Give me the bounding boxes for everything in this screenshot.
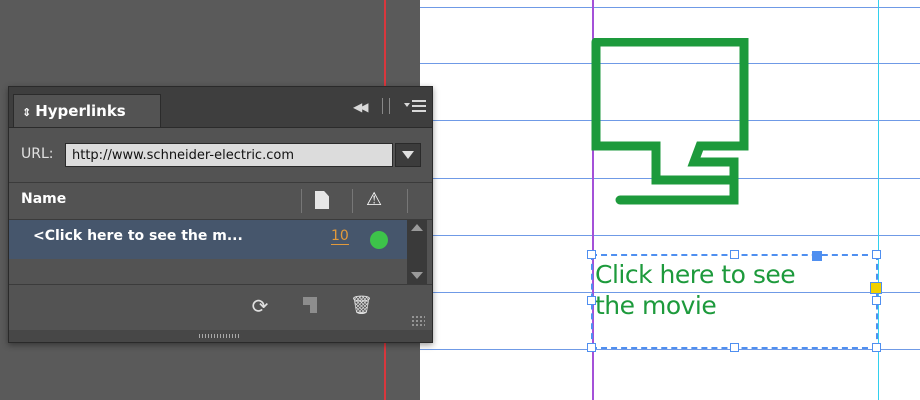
double-left-arrow-icon[interactable]: ◀◀ [353,100,369,114]
hyperlinks-list: <Click here to see the m... 10 [9,220,407,284]
frame-text[interactable]: Click here to see the movie [595,259,875,321]
url-row: URL: [9,142,432,168]
frame-handle-right[interactable] [872,296,881,305]
frame-handle-top-left[interactable] [587,250,596,259]
panel-grip[interactable] [382,98,390,114]
text-frame[interactable]: Click here to see the movie [591,254,878,349]
panel-footer: ⟳ 🗑 [9,284,432,331]
url-label: URL: [21,146,54,162]
column-divider [301,189,302,213]
resize-handle[interactable] [411,315,425,327]
vertical-guide-cyan [878,0,879,400]
list-scrollbar[interactable] [407,220,427,284]
tab-label: Hyperlinks [35,102,126,120]
horizontal-guide [420,7,920,8]
frame-handle-bottom-right[interactable] [872,343,881,352]
tab-hyperlinks[interactable]: ⇕ Hyperlinks [13,94,161,127]
column-divider [352,189,353,213]
name-column-header[interactable]: Name [21,191,66,207]
frame-text-line-1: Click here to see [595,260,796,289]
panel-bottom-strip [9,330,432,342]
trash-icon[interactable]: 🗑 [350,295,373,317]
new-hyperlink-icon[interactable] [303,297,317,313]
frame-handle-top[interactable] [730,250,739,259]
scroll-up-icon[interactable] [411,224,423,231]
chevron-down-icon [402,151,414,159]
horizontal-guide [420,235,920,236]
column-divider [407,189,408,213]
hyperlink-page-link[interactable]: 10 [331,228,349,245]
out-port[interactable] [870,282,882,294]
status-ok-icon [370,231,388,249]
url-input[interactable] [65,143,393,167]
panel-tab-bar: ⇕ Hyperlinks ◀◀ [9,87,432,128]
document-page[interactable]: Click here to see the movie [420,0,920,400]
page-icon[interactable] [315,191,329,209]
speech-monitor-icon[interactable] [590,38,750,208]
horizontal-guide [420,349,920,350]
list-header: Name ⚠ [9,182,432,220]
scroll-down-icon[interactable] [411,272,423,279]
panel-bottom-grip[interactable] [199,334,239,338]
refresh-icon[interactable]: ⟳ [249,295,271,317]
frame-handle-left[interactable] [587,296,596,305]
up-down-arrows-icon: ⇕ [22,106,32,119]
panel-menu-icon[interactable] [402,98,428,114]
content-grabber[interactable] [812,251,822,261]
hyperlinks-panel: ⇕Hyperlinks ◀◀ URL: Name ⚠ <Click here t… [8,86,433,343]
frame-handle-bottom-left[interactable] [587,343,596,352]
url-dropdown-button[interactable] [395,143,421,167]
frame-text-line-2: the movie [595,291,717,320]
hyperlink-name: <Click here to see the m... [33,228,243,244]
frame-handle-top-right[interactable] [872,250,881,259]
warning-icon[interactable]: ⚠ [366,189,382,210]
list-item[interactable]: <Click here to see the m... 10 [9,220,407,259]
frame-handle-bottom[interactable] [730,343,739,352]
